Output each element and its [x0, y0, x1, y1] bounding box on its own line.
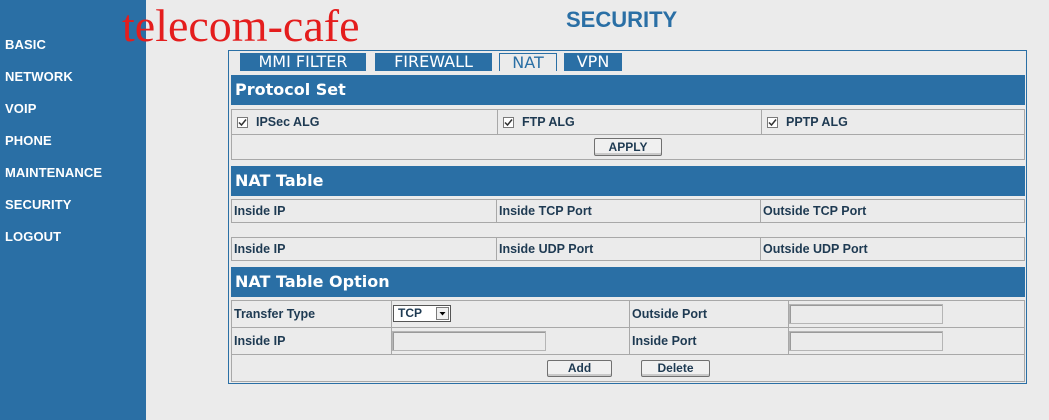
- outside-udp-port-header: Outside UDP Port: [760, 238, 1024, 260]
- ftp-alg-checkbox[interactable]: [503, 116, 514, 128]
- tab-mmi-filter[interactable]: MMI FILTER: [240, 53, 366, 71]
- sidebar: BASIC NETWORK VOIP PHONE MAINTENANCE SEC…: [0, 0, 146, 420]
- sidebar-item-voip[interactable]: VOIP: [5, 101, 36, 116]
- ftp-alg-label: FTP ALG: [522, 115, 575, 129]
- sidebar-item-network[interactable]: NETWORK: [5, 69, 73, 84]
- outside-port-input[interactable]: [789, 304, 943, 324]
- check-icon: [768, 118, 777, 126]
- protocol-set-header: Protocol Set: [231, 75, 1025, 105]
- tab-vpn[interactable]: VPN: [564, 53, 622, 71]
- watermark: telecom-cafe: [122, 0, 360, 51]
- outside-tcp-port-header: Outside TCP Port: [760, 200, 1024, 222]
- outside-port-label: Outside Port: [629, 301, 788, 327]
- sidebar-item-maintenance[interactable]: MAINTENANCE: [5, 165, 102, 180]
- sidebar-item-basic[interactable]: BASIC: [5, 37, 46, 52]
- inside-port-input[interactable]: [789, 331, 943, 351]
- action-row: [231, 354, 1025, 382]
- inside-ip-input[interactable]: [392, 331, 546, 351]
- inside-port-label: Inside Port: [629, 328, 788, 354]
- transfer-type-select[interactable]: TCP: [393, 305, 451, 322]
- sidebar-item-logout[interactable]: LOGOUT: [5, 229, 61, 244]
- inside-udp-port-header: Inside UDP Port: [496, 238, 760, 260]
- apply-button[interactable]: APPLY: [594, 138, 662, 156]
- nat-table-header: NAT Table: [231, 166, 1025, 196]
- nat-tcp-header-row: Inside IP Inside TCP Port Outside TCP Po…: [231, 199, 1025, 223]
- add-button[interactable]: Add: [547, 360, 612, 377]
- ipsec-alg-cell: IPSec ALG: [232, 110, 497, 134]
- nat-table-option-header: NAT Table Option: [231, 267, 1025, 297]
- check-icon: [504, 118, 513, 126]
- ipsec-alg-checkbox[interactable]: [237, 116, 248, 128]
- inside-tcp-port-header: Inside TCP Port: [496, 200, 760, 222]
- transfer-type-label: Transfer Type: [234, 307, 316, 321]
- ftp-alg-cell: FTP ALG: [497, 110, 761, 134]
- protocol-options-row: IPSec ALG FTP ALG PPTP ALG: [231, 109, 1025, 135]
- tcp-inside-ip-header: Inside IP: [234, 204, 286, 218]
- sidebar-item-phone[interactable]: PHONE: [5, 133, 52, 148]
- nat-udp-header-row: Inside IP Inside UDP Port Outside UDP Po…: [231, 237, 1025, 261]
- dropdown-arrow-icon: [436, 307, 449, 320]
- page-title: SECURITY: [566, 7, 678, 32]
- ipsec-alg-label: IPSec ALG: [256, 115, 320, 129]
- delete-button[interactable]: Delete: [641, 360, 710, 377]
- inside-ip-label: Inside IP: [234, 334, 286, 348]
- check-icon: [238, 118, 247, 126]
- tab-nat[interactable]: NAT: [499, 53, 557, 72]
- udp-inside-ip-header: Inside IP: [234, 242, 286, 256]
- sidebar-item-security[interactable]: SECURITY: [5, 197, 72, 212]
- transfer-type-value: TCP: [398, 306, 422, 320]
- pptp-alg-checkbox[interactable]: [767, 116, 778, 128]
- pptp-alg-cell: PPTP ALG: [761, 110, 1024, 134]
- pptp-alg-label: PPTP ALG: [786, 115, 848, 129]
- tab-firewall[interactable]: FIREWALL: [375, 53, 492, 71]
